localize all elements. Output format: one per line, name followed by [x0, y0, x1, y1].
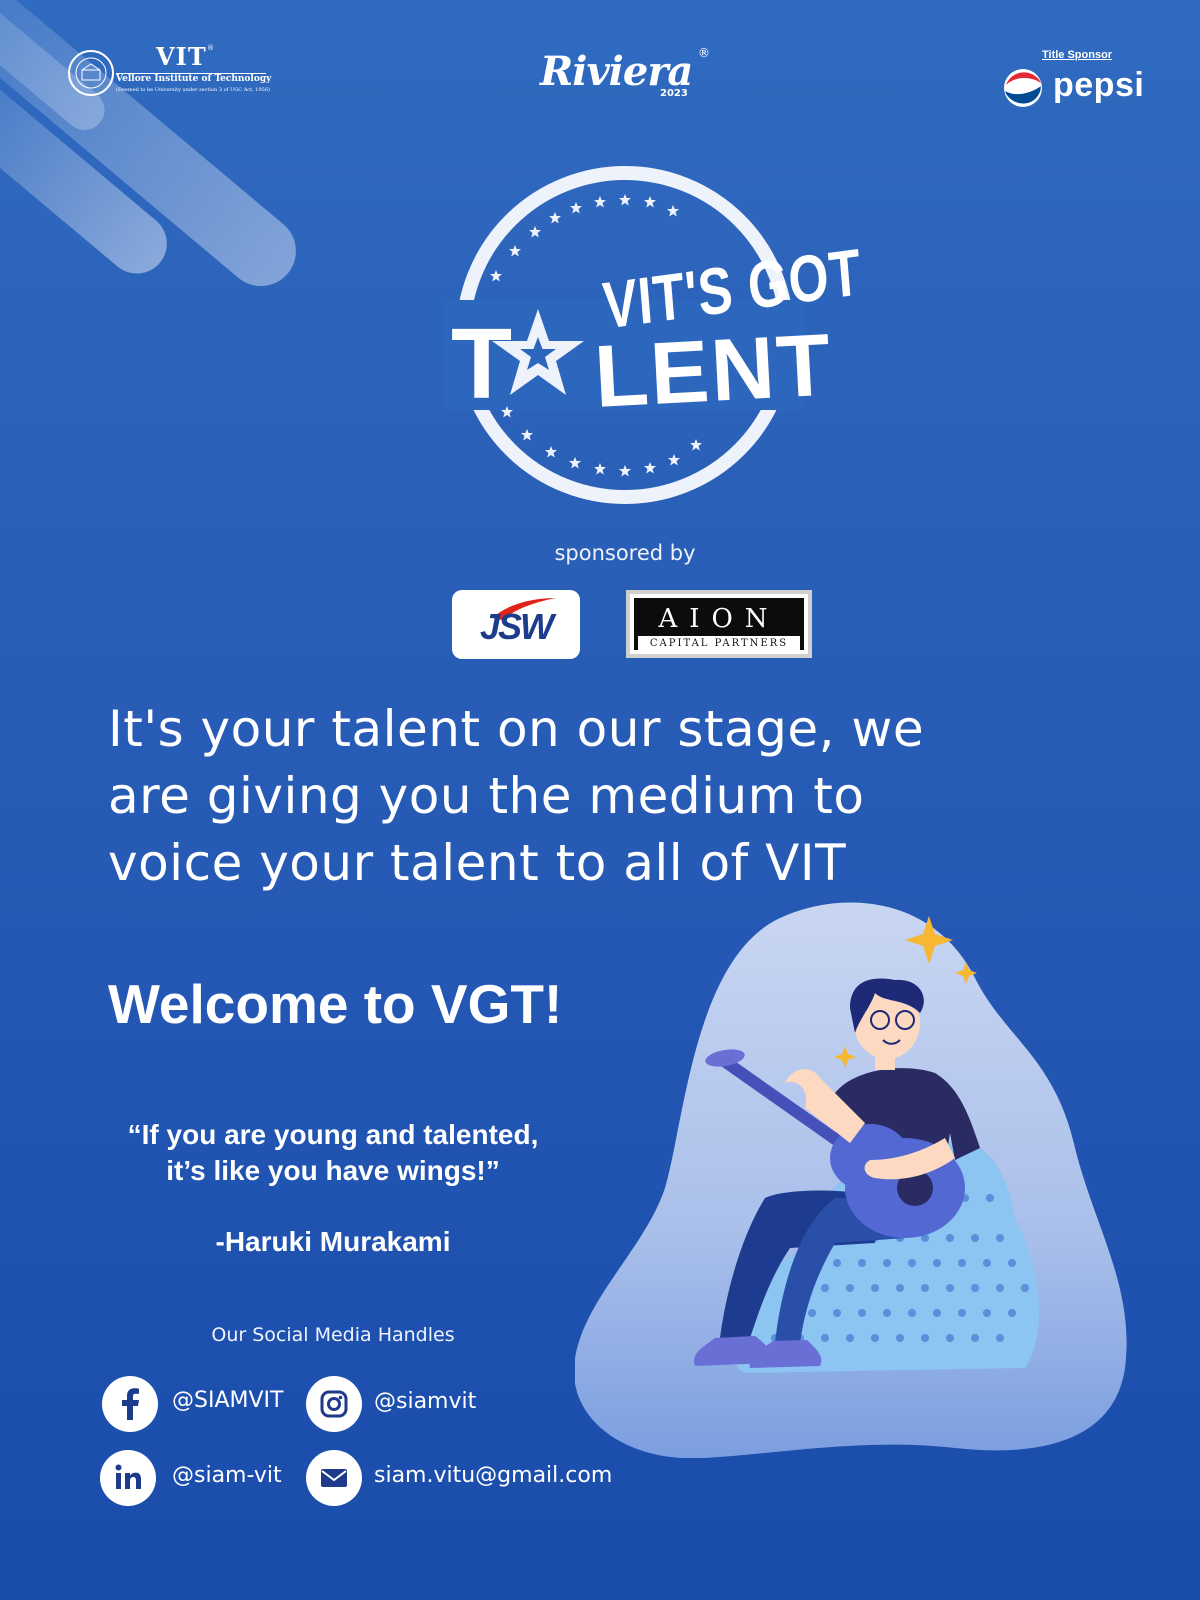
- emblem-line-2: LENT: [592, 314, 835, 426]
- aion-wordmark: AION: [658, 604, 780, 634]
- facebook-icon[interactable]: [102, 1376, 158, 1432]
- social-heading: Our Social Media Handles: [211, 1324, 455, 1346]
- guitarist-illustration: [575, 902, 1127, 1458]
- email-icon[interactable]: [306, 1450, 362, 1506]
- aion-sub-bar: CAPITAL PARTNERS: [638, 636, 800, 652]
- riviera-registered-mark: ®: [698, 46, 710, 60]
- instagram-handle[interactable]: @siamvit: [374, 1389, 476, 1414]
- tagline: It's your talent on our stage, we are gi…: [108, 700, 925, 892]
- aion-logo: AION CAPITAL PARTNERS: [626, 590, 812, 658]
- riviera-logo: Riviera 2023 ®: [530, 46, 730, 108]
- pepsi-wordmark: pepsi: [1053, 66, 1145, 104]
- jsw-logo: JSW: [452, 590, 580, 659]
- vit-seal-icon: [68, 50, 114, 96]
- emblem-letter-t: T: [451, 308, 513, 420]
- jsw-wordmark: JSW: [479, 606, 554, 647]
- vit-name: VIT: [156, 42, 207, 71]
- email-address[interactable]: siam.vitu@gmail.com: [374, 1463, 612, 1488]
- riviera-year: 2023: [660, 88, 688, 99]
- linkedin-handle[interactable]: @siam-vit: [172, 1463, 282, 1488]
- linkedin-icon[interactable]: [100, 1450, 156, 1506]
- sponsored-by-label: sponsored by: [554, 541, 696, 565]
- aion-subtitle: CAPITAL PARTNERS: [649, 638, 789, 649]
- facebook-handle[interactable]: @SIAMVIT: [172, 1388, 283, 1413]
- vit-registered-mark: ®: [207, 44, 214, 52]
- title-sponsor-label: Title Sponsor: [1042, 49, 1113, 61]
- vit-logo: VIT ® Vellore Institute of Technology (D…: [68, 42, 272, 106]
- aion-logo-panel: AION CAPITAL PARTNERS: [634, 598, 804, 652]
- pepsi-globe-icon: [1004, 69, 1042, 107]
- vit-full-name: Vellore Institute of Technology: [116, 74, 272, 84]
- event-poster: VIT ® Vellore Institute of Technology (D…: [0, 0, 1200, 1600]
- quote-text: “If you are young and talented, it’s lik…: [127, 1119, 539, 1186]
- welcome-heading: Welcome to VGT!: [108, 973, 563, 1035]
- quote-author: -Haruki Murakami: [215, 1226, 451, 1257]
- instagram-icon[interactable]: [306, 1376, 362, 1432]
- vit-subtitle: (Deemed to be University under section 3…: [116, 87, 270, 93]
